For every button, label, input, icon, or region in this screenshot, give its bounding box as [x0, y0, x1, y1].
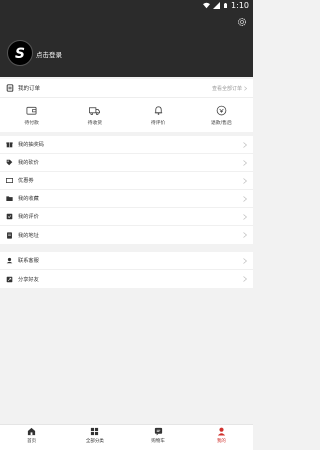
chevron-right-icon: [243, 213, 247, 220]
orders-section: 我的订单 查看全部订单 待付款 待收货 待评价 退款/售后: [0, 79, 253, 132]
menu-item-label: 我的评价: [18, 214, 39, 220]
avatar[interactable]: S: [7, 40, 33, 66]
menu-item-label: 分享好友: [18, 276, 39, 283]
menu-item-address[interactable]: 我的地址: [0, 226, 253, 244]
wifi-icon: [203, 2, 211, 9]
chevron-right-icon: [243, 159, 247, 166]
review-icon: [6, 213, 13, 220]
order-list-icon: [6, 84, 14, 92]
menu-item-customer-service[interactable]: 联系客服: [0, 252, 253, 270]
menu-item-label: 我的地址: [18, 232, 39, 239]
orders-title: 我的订单: [18, 86, 41, 92]
tab-home[interactable]: 首页: [0, 425, 63, 446]
view-all-orders-label: 查看全部订单: [211, 85, 242, 92]
gift-icon: [6, 142, 13, 148]
order-pending-payment[interactable]: 待付款: [0, 98, 63, 132]
tab-cart[interactable]: 购物车: [127, 425, 190, 446]
user-icon: [217, 427, 225, 436]
menu-item-lottery-code[interactable]: 我的抽奖码: [0, 136, 253, 154]
tab-categories[interactable]: 全部分类: [63, 425, 126, 446]
menu-item-bargain[interactable]: 我的砍价: [0, 154, 253, 172]
home-icon: [28, 427, 36, 436]
cart-icon: [154, 427, 162, 436]
login-link[interactable]: 点击登录: [36, 49, 62, 59]
order-pending-review[interactable]: 待评价: [127, 98, 190, 132]
bell-icon: [154, 105, 162, 115]
service-icon: [6, 257, 13, 264]
menu-item-favorites[interactable]: 我的收藏: [0, 190, 253, 208]
order-item-label: 待付款: [24, 120, 39, 126]
avatar-logo-icon: S: [15, 46, 25, 62]
tab-profile[interactable]: 我的: [190, 425, 253, 446]
orders-header: 我的订单 查看全部订单: [0, 79, 253, 98]
battery-icon: [224, 3, 228, 8]
order-pending-receipt[interactable]: 待收货: [63, 98, 126, 132]
category-icon: [91, 427, 99, 436]
chevron-right-icon: [243, 276, 247, 282]
chevron-right-icon: [243, 232, 247, 238]
view-all-orders-link[interactable]: 查看全部订单: [212, 85, 247, 92]
menu-item-label: 优惠券: [18, 178, 34, 184]
tab-label: 购物车: [151, 439, 165, 444]
share-icon: [6, 276, 13, 282]
folder-icon: [6, 196, 13, 201]
address-icon: [7, 231, 12, 239]
truck-icon: [89, 106, 101, 115]
menu-group-extra: 联系客服 分享好友: [0, 252, 253, 288]
chevron-right-icon: [243, 195, 247, 202]
tab-label: 首页: [27, 439, 37, 444]
coupon-icon: [6, 178, 13, 183]
order-item-label: 待评价: [150, 120, 166, 126]
menu-item-share[interactable]: 分享好友: [0, 270, 253, 288]
bottom-tab-bar: 首页 全部分类 购物车 我的: [0, 424, 253, 446]
home-indicator: [0, 446, 253, 450]
chevron-right-icon: [244, 85, 247, 91]
menu-group-main: 我的抽奖码 我的砍价 优惠券 我的收藏 我的评价 我的地址: [0, 136, 253, 244]
menu-item-label: 我的砍价: [18, 160, 39, 166]
menu-item-coupons[interactable]: 优惠券: [0, 172, 253, 190]
order-item-label: 待收货: [87, 120, 103, 126]
signal-icon: [213, 2, 221, 9]
refund-icon: [216, 105, 227, 115]
profile-header: S 点击登录: [0, 11, 253, 77]
order-refund[interactable]: 退款/售后: [190, 98, 253, 132]
menu-item-label: 我的收藏: [18, 196, 39, 202]
chevron-right-icon: [243, 141, 247, 148]
status-bar: 1:10: [0, 0, 253, 11]
svg-text:S: S: [15, 46, 25, 62]
wallet-icon: [26, 106, 37, 115]
tab-label: 我的: [216, 439, 226, 444]
menu-item-reviews[interactable]: 我的评价: [0, 208, 253, 226]
tab-label: 全部分类: [85, 439, 104, 444]
order-status-row: 待付款 待收货 待评价 退款/售后: [0, 98, 253, 132]
menu-item-label: 我的抽奖码: [18, 142, 44, 148]
settings-gear-icon[interactable]: [237, 17, 247, 27]
status-time: 1:10: [231, 1, 249, 10]
menu-item-label: 联系客服: [18, 258, 39, 264]
order-item-label: 退款/售后: [210, 120, 232, 126]
tag-icon: [6, 159, 13, 166]
chevron-right-icon: [243, 177, 247, 184]
chevron-right-icon: [243, 257, 247, 264]
